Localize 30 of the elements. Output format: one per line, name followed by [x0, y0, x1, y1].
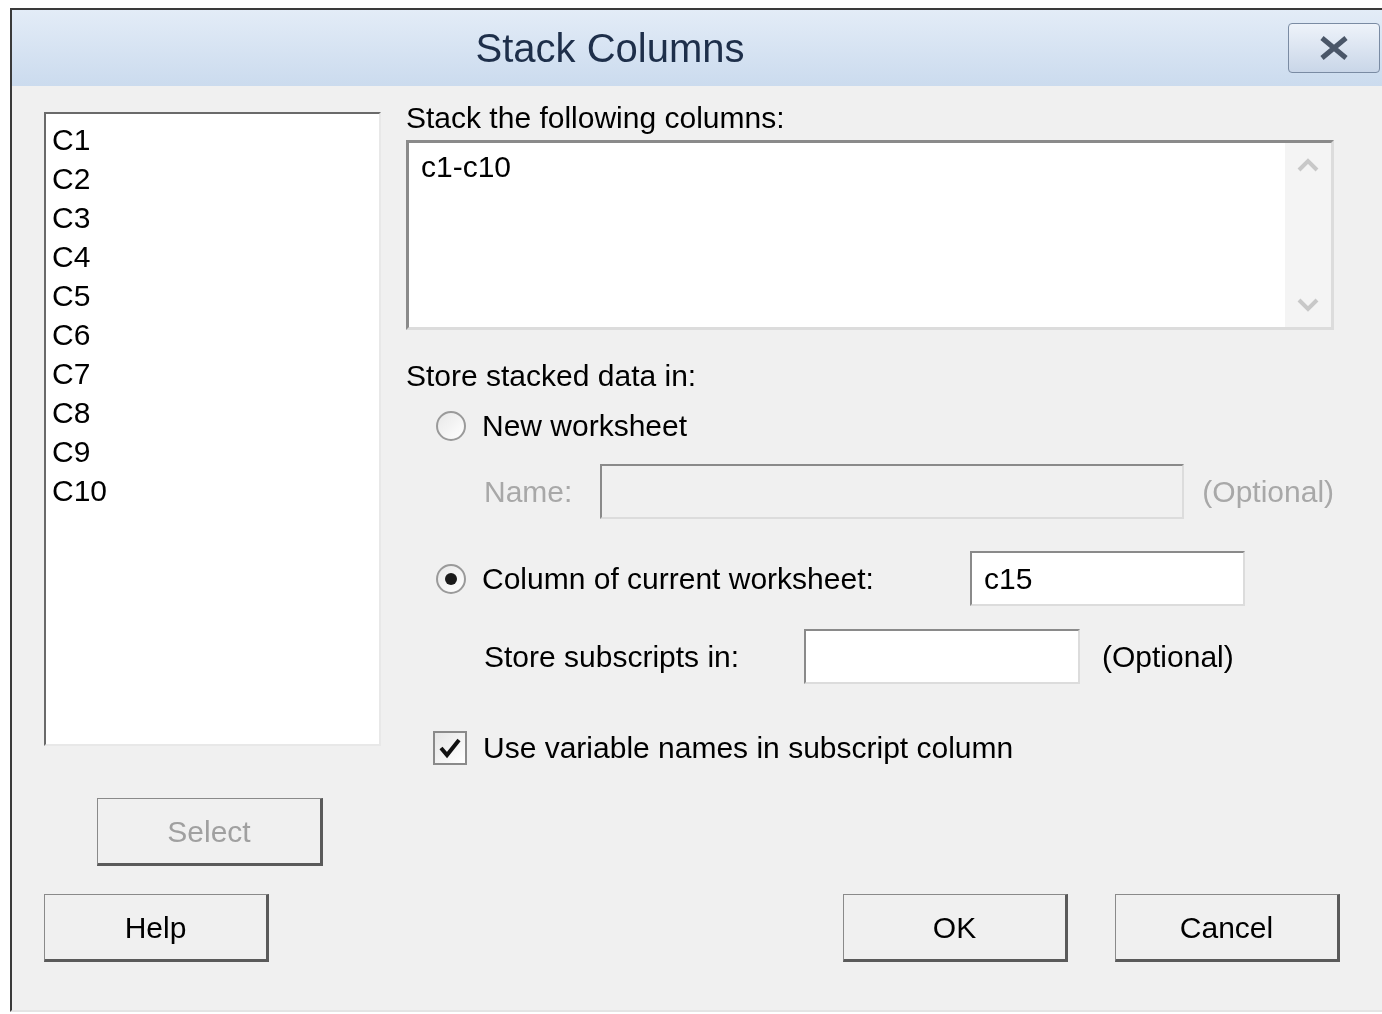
- window-title: Stack Columns: [474, 25, 746, 72]
- field-label: Store subscripts in:: [484, 638, 741, 675]
- checkbox-label: Use variable names in subscript column: [483, 730, 1014, 766]
- list-item[interactable]: C3: [52, 198, 379, 237]
- radio-label: Column of current worksheet:: [482, 560, 874, 597]
- list-item[interactable]: C4: [52, 237, 379, 276]
- field-label: Name:: [484, 473, 573, 510]
- radio-label: New worksheet: [482, 408, 688, 444]
- help-button[interactable]: Help: [44, 894, 269, 962]
- text-area-value: c1-c10: [420, 149, 513, 185]
- column-field[interactable]: c15: [970, 551, 1245, 606]
- subscripts-field[interactable]: [804, 629, 1080, 684]
- radio-button[interactable]: [436, 563, 466, 594]
- ok-button[interactable]: OK: [843, 894, 1068, 962]
- list-item[interactable]: C6: [52, 315, 379, 354]
- close-button[interactable]: [1288, 23, 1380, 73]
- cancel-button[interactable]: Cancel: [1115, 894, 1340, 962]
- list-item[interactable]: C5: [52, 276, 379, 315]
- list-item[interactable]: C10: [52, 471, 379, 510]
- group-label: Store stacked data in:: [406, 358, 698, 394]
- field-label: Stack the following columns:: [406, 100, 786, 136]
- list-item[interactable]: C2: [52, 159, 379, 198]
- list-item[interactable]: C8: [52, 393, 379, 432]
- radio-button[interactable]: [436, 411, 466, 441]
- list-item[interactable]: C9: [52, 432, 379, 471]
- optional-hint: (Optional): [1102, 638, 1234, 675]
- list-item[interactable]: C1: [52, 120, 379, 159]
- optional-hint: (Optional): [1202, 473, 1335, 510]
- checkbox[interactable]: [433, 731, 467, 765]
- list-item[interactable]: C7: [52, 354, 379, 393]
